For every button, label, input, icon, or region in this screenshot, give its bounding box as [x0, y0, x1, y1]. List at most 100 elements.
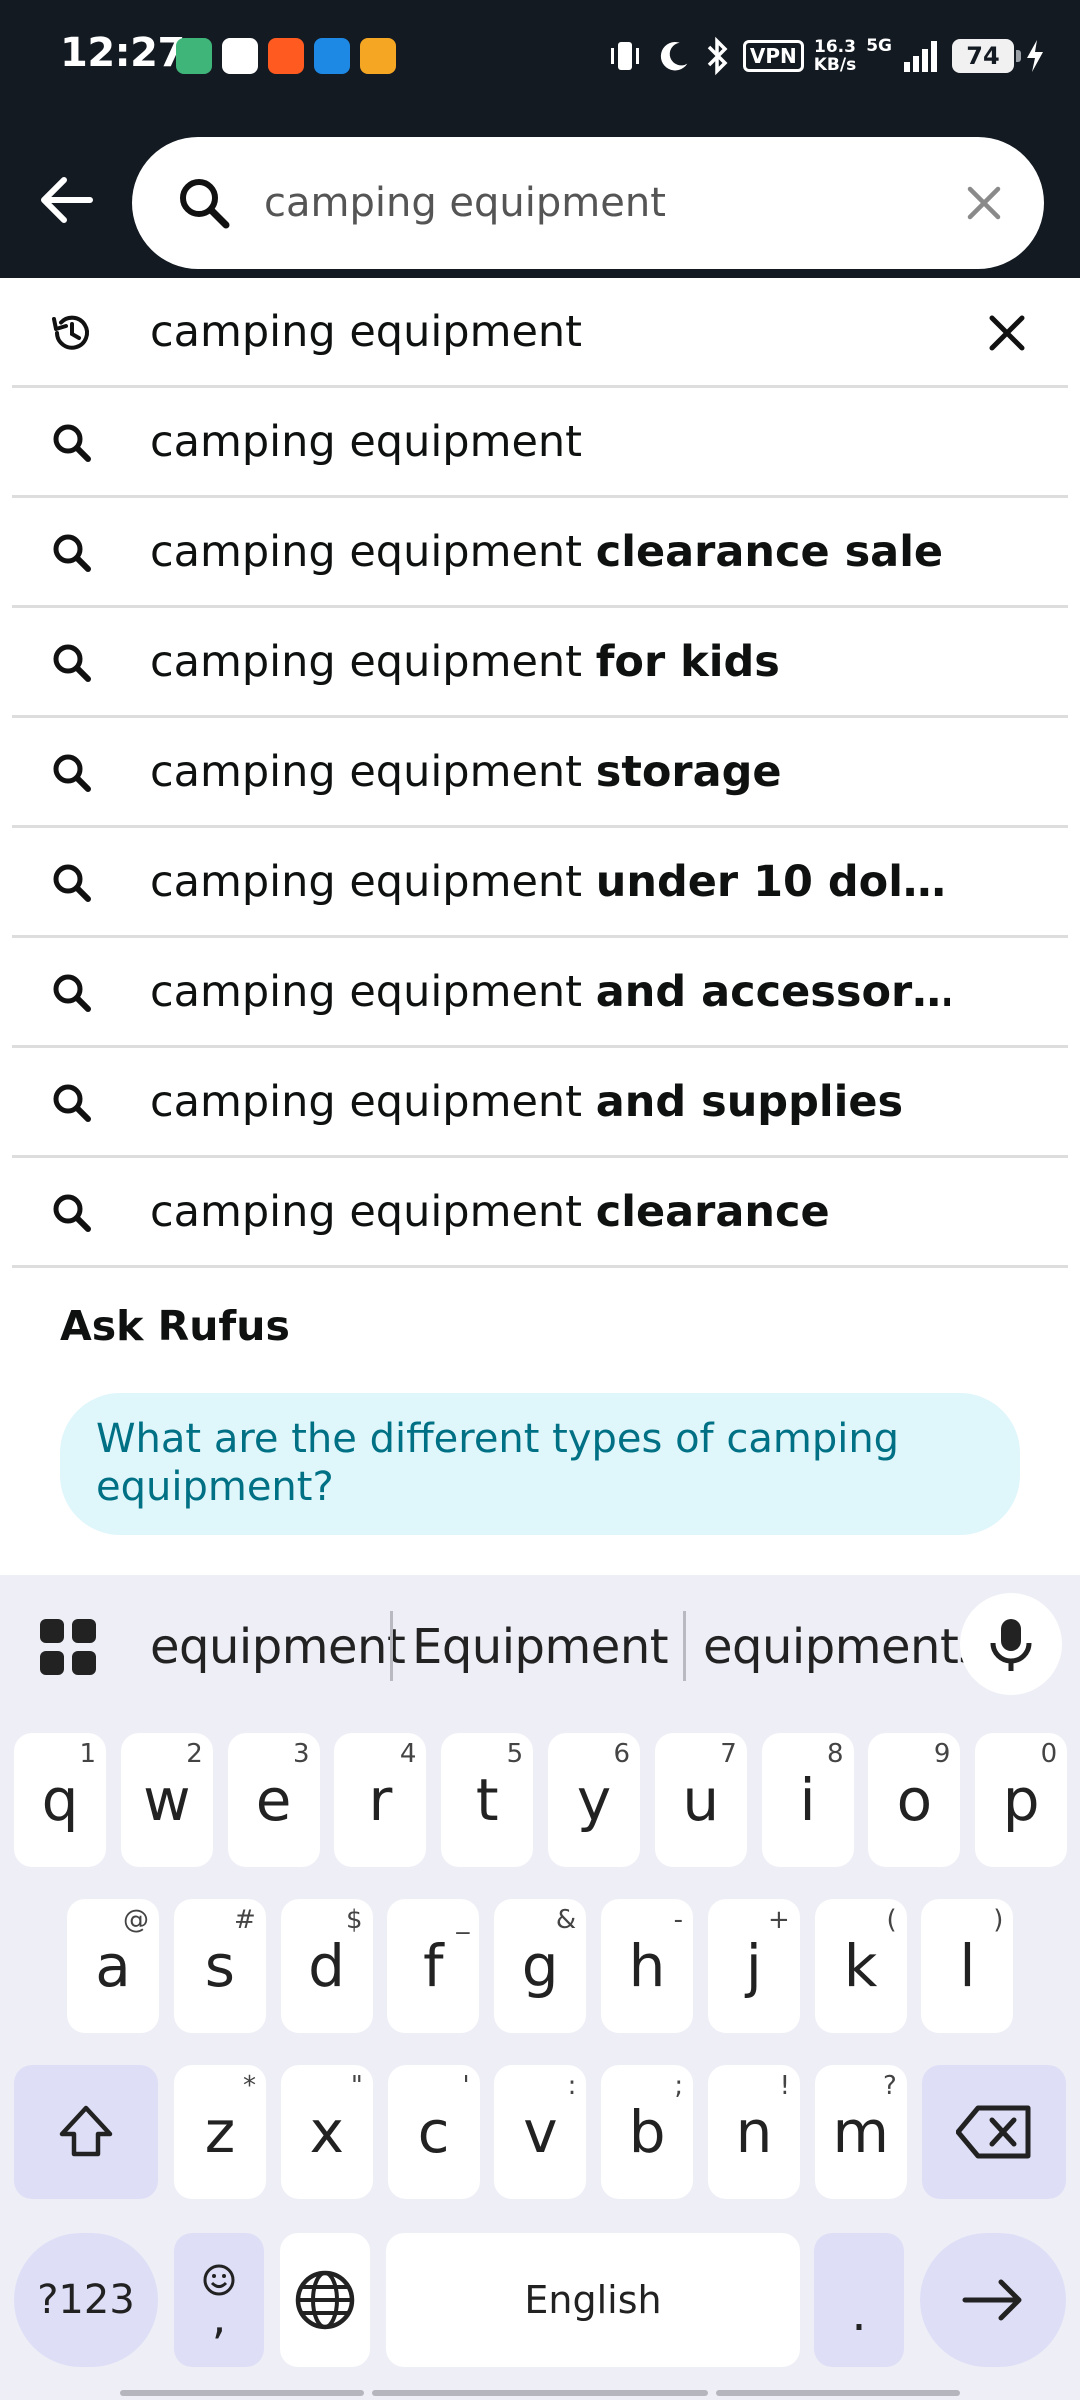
key-r[interactable]: r4 — [334, 1733, 427, 1867]
key-l[interactable]: l) — [921, 1899, 1014, 2033]
shift-arrow-icon — [59, 2105, 113, 2157]
shift-key[interactable] — [14, 2065, 158, 2199]
key-e[interactable]: e3 — [227, 1733, 320, 1867]
gesture-bar-segment — [716, 2390, 960, 2396]
key-a[interactable]: a @ — [67, 1899, 159, 2033]
word-suggestion[interactable]: Equipment — [412, 1619, 669, 1675]
key-label: i — [799, 1766, 816, 1834]
search-icon — [53, 1084, 91, 1122]
search-input[interactable] — [264, 165, 914, 241]
search-icon — [53, 974, 91, 1012]
key-y[interactable]: y6 — [548, 1733, 640, 1867]
suggestion-text: camping equipment under 10 dol… — [150, 856, 946, 907]
period-key[interactable]: . — [814, 2233, 904, 2367]
suggestion-text: camping equipment clearance sale — [150, 526, 944, 577]
suggestion-text: camping equipment storage — [150, 746, 782, 797]
back-arrow-icon[interactable] — [34, 168, 98, 232]
rufus-question-chip[interactable]: What are the different types of camping … — [60, 1393, 1020, 1535]
word-suggestion[interactable]: equipment — [150, 1619, 406, 1675]
notification-app-icon — [268, 38, 304, 74]
suggestion-item[interactable]: camping equipment clearance sale — [12, 498, 1068, 608]
symbols-key-label: ?123 — [37, 2277, 135, 2323]
key-g[interactable]: g & — [494, 1899, 587, 2033]
key-hint: _ — [456, 1905, 470, 1935]
suggestion-text: camping equipment and supplies — [150, 1076, 904, 1127]
key-label: a — [95, 1932, 131, 2000]
key-hint: 3 — [293, 1739, 310, 1769]
key-z[interactable]: z * — [174, 2065, 266, 2199]
enter-key[interactable] — [920, 2233, 1066, 2367]
suggestion-divider — [683, 1611, 686, 1681]
key-hint: " — [350, 2071, 363, 2101]
key-v[interactable]: v: — [494, 2065, 587, 2199]
key-hint: 0 — [1040, 1739, 1058, 1769]
key-label: r — [368, 1766, 393, 1834]
key-label: d — [308, 1932, 345, 2000]
suggestion-item-history[interactable]: camping equipment — [12, 278, 1068, 388]
key-hint: - — [673, 1905, 683, 1935]
search-icon — [53, 1194, 91, 1232]
suggestion-item[interactable]: camping equipment storage — [12, 718, 1068, 828]
suggestion-item[interactable]: camping equipment and supplies — [12, 1048, 1068, 1158]
language-key[interactable] — [280, 2233, 370, 2367]
key-u[interactable]: u7 — [654, 1733, 747, 1867]
key-p[interactable]: p0 — [975, 1733, 1068, 1867]
key-label: n — [735, 2098, 773, 2166]
backspace-key[interactable] — [922, 2065, 1066, 2199]
key-o[interactable]: o9 — [868, 1733, 961, 1867]
suggestion-item[interactable]: camping equipment under 10 dol… — [12, 828, 1068, 938]
key-f[interactable]: f _ — [387, 1899, 480, 2033]
gesture-bar-segment — [120, 2390, 364, 2396]
key-q[interactable]: q1 — [14, 1733, 106, 1867]
key-label: p — [1002, 1766, 1040, 1834]
key-s[interactable]: s # — [173, 1899, 266, 2033]
key-h[interactable]: h- — [601, 1899, 693, 2033]
key-m[interactable]: m? — [814, 2065, 907, 2199]
notification-icons — [176, 38, 396, 74]
key-n[interactable]: n! — [708, 2065, 800, 2199]
key-label: u — [682, 1766, 720, 1834]
key-label: b — [628, 2098, 666, 2166]
key-b[interactable]: b; — [601, 2065, 694, 2199]
suggestion-item[interactable]: camping equipment and accessor… — [12, 938, 1068, 1048]
keyboard-apps-grid-icon[interactable] — [38, 1617, 98, 1677]
network-speed-value: 16.3 — [813, 37, 856, 57]
vibrate-icon — [610, 42, 639, 70]
key-label: o — [896, 1766, 933, 1834]
suggestion-item[interactable]: camping equipment clearance — [12, 1158, 1068, 1268]
key-i[interactable]: i8 — [761, 1733, 854, 1867]
key-c[interactable]: c ' — [387, 2065, 480, 2199]
vpn-badge: VPN — [742, 40, 804, 72]
key-hint: 4 — [399, 1739, 417, 1769]
notification-app-icon — [360, 38, 396, 74]
on-screen-keyboard: equipment Equipment equipments ?123 , En… — [0, 1575, 1080, 2400]
suggestion-item[interactable]: camping equipment — [12, 388, 1068, 498]
search-bar[interactable] — [132, 137, 1044, 269]
key-hint: 9 — [933, 1739, 951, 1769]
space-bar[interactable]: English — [386, 2233, 800, 2367]
key-label: x — [309, 2098, 344, 2166]
key-label: h — [628, 1932, 666, 2000]
key-hint: ! — [779, 2071, 790, 2101]
key-d[interactable]: d $ — [280, 1899, 373, 2033]
symbols-key[interactable]: ?123 — [14, 2233, 158, 2367]
voice-input-button[interactable] — [960, 1593, 1062, 1695]
key-k[interactable]: k( — [814, 1899, 907, 2033]
key-label: y — [576, 1766, 612, 1834]
key-label: v — [523, 2098, 558, 2166]
key-t[interactable]: t5 — [441, 1733, 534, 1867]
battery-indicator: 74 — [952, 39, 1021, 73]
search-icon — [53, 754, 91, 792]
key-hint: # — [234, 1905, 256, 1935]
key-label: k — [843, 1932, 878, 2000]
word-suggestion[interactable]: equipments — [703, 1619, 983, 1675]
clear-search-icon[interactable] — [958, 177, 1010, 229]
key-w[interactable]: w2 — [120, 1733, 213, 1867]
remove-history-icon[interactable] — [984, 310, 1030, 356]
suggestion-item[interactable]: camping equipment for kids — [12, 608, 1068, 718]
key-x[interactable]: x " — [280, 2065, 373, 2199]
key-hint: : — [567, 2071, 577, 2101]
key-label: t — [475, 1766, 499, 1834]
key-j[interactable]: j + — [707, 1899, 800, 2033]
emoji-comma-key[interactable]: , — [174, 2233, 264, 2367]
